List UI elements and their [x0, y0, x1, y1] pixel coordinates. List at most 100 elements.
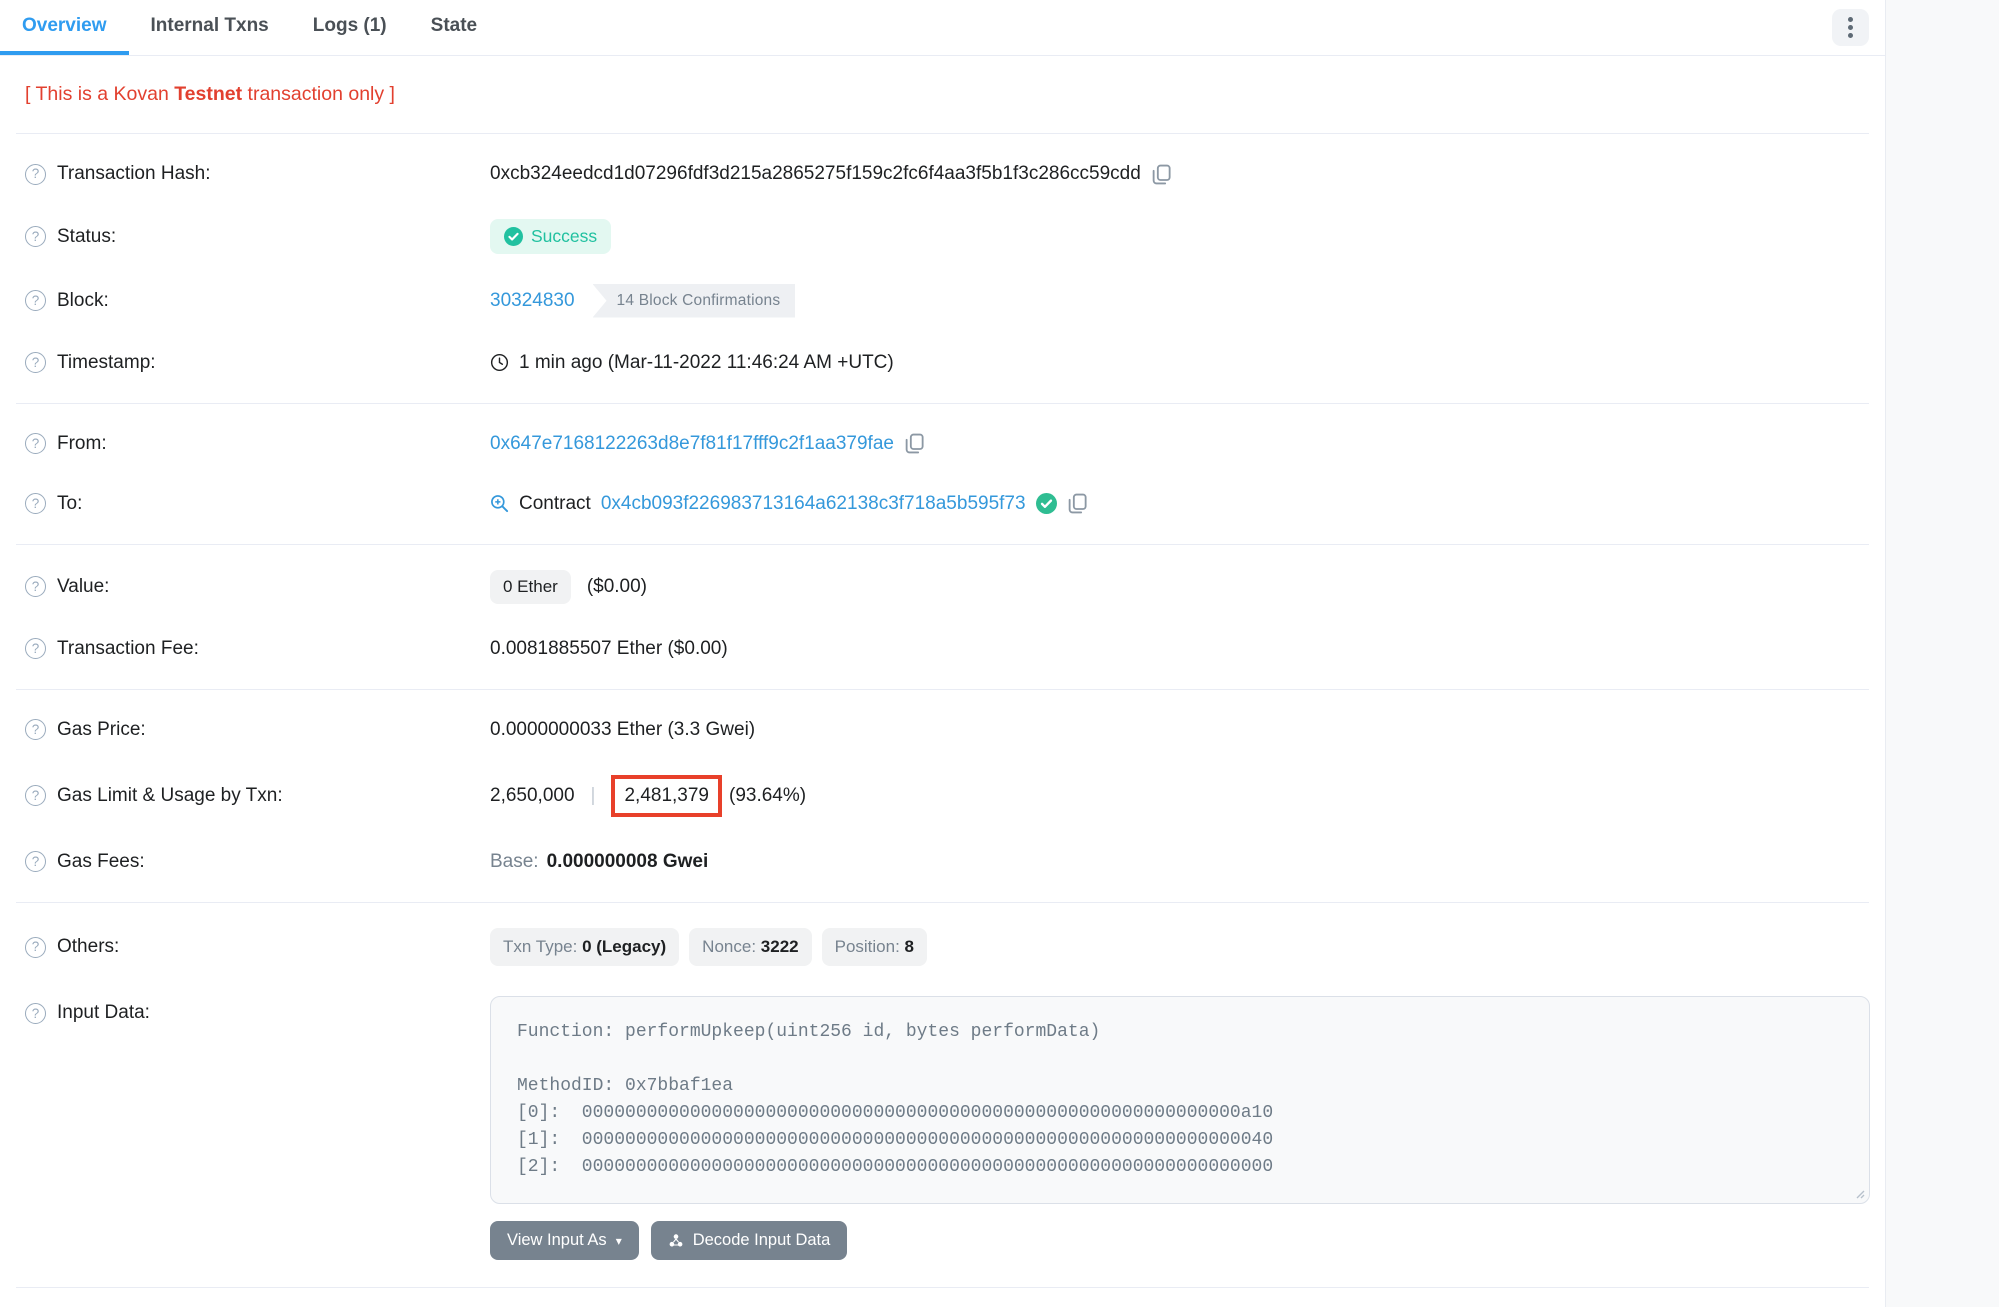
gas-used-percent: (93.64%)	[729, 781, 806, 811]
section-parties: ? From: 0x647e7168122263d8e7f81f17fff9c2…	[16, 404, 1869, 545]
notice-prefix: [ This is a Kovan	[25, 83, 174, 105]
help-icon[interactable]: ?	[25, 433, 46, 454]
gas-fees-label: Gas Fees:	[57, 847, 145, 877]
help-icon[interactable]: ?	[25, 785, 46, 806]
view-input-as-label: View Input As	[507, 1232, 607, 1249]
value-amount-badge: 0 Ether	[490, 570, 571, 604]
value-label: Value:	[57, 572, 109, 602]
row-transaction-fee: ? Transaction Fee: 0.0081885507 Ether ($…	[16, 619, 1869, 679]
block-number-link[interactable]: 30324830	[490, 286, 575, 316]
decode-icon	[668, 1233, 684, 1249]
block-confirmations-badge: 14 Block Confirmations	[593, 284, 796, 318]
help-icon[interactable]: ?	[25, 1003, 46, 1024]
position-label: Position:	[835, 937, 900, 956]
copy-icon[interactable]	[1151, 164, 1172, 185]
gas-price-label: Gas Price:	[57, 715, 146, 745]
clock-icon	[490, 353, 509, 372]
help-icon[interactable]: ?	[25, 226, 46, 247]
row-others: ? Others: Txn Type: 0 (Legacy) Nonce: 32…	[16, 913, 1869, 981]
tab-list: Overview Internal Txns Logs (1) State	[0, 0, 499, 55]
kebab-icon	[1848, 17, 1853, 38]
copy-icon[interactable]	[904, 433, 925, 454]
gas-price-value: 0.0000000033 Ether (3.3 Gwei)	[490, 715, 755, 745]
help-icon[interactable]: ?	[25, 164, 46, 185]
gas-separator: |	[585, 781, 602, 811]
row-from: ? From: 0x647e7168122263d8e7f81f17fff9c2…	[16, 414, 1869, 474]
row-gas-fees: ? Gas Fees: Base: 0.000000008 Gwei	[16, 832, 1869, 892]
tab-bar: Overview Internal Txns Logs (1) State	[0, 0, 1885, 56]
row-gas-price: ? Gas Price: 0.0000000033 Ether (3.3 Gwe…	[16, 700, 1869, 760]
timestamp-label: Timestamp:	[57, 348, 156, 378]
help-icon[interactable]: ?	[25, 937, 46, 958]
tab-overview[interactable]: Overview	[0, 0, 129, 55]
txn-type-label: Txn Type:	[503, 937, 577, 956]
timestamp-value: 1 min ago (Mar-11-2022 11:46:24 AM +UTC)	[519, 348, 894, 378]
to-address-link[interactable]: 0x4cb093f226983713164a62138c3f718a5b595f…	[601, 489, 1026, 519]
help-icon[interactable]: ?	[25, 719, 46, 740]
to-type: Contract	[519, 489, 591, 519]
from-label: From:	[57, 429, 107, 459]
tab-state[interactable]: State	[409, 0, 499, 55]
row-input-data: ? Input Data: Function: performUpkeep(ui…	[16, 981, 1869, 1275]
input-data-actions: View Input As ▾ Decode Input Data	[490, 1221, 1860, 1260]
input-data-box[interactable]: Function: performUpkeep(uint256 id, byte…	[490, 996, 1870, 1204]
help-icon[interactable]: ?	[25, 851, 46, 872]
gas-used-value: 2,481,379	[624, 785, 709, 806]
position-badge: Position: 8	[822, 928, 927, 966]
help-icon[interactable]: ?	[25, 576, 46, 597]
from-address-link[interactable]: 0x647e7168122263d8e7f81f17fff9c2f1aa379f…	[490, 429, 894, 459]
chevron-down-icon: ▾	[616, 1235, 622, 1247]
gas-limit-usage-label: Gas Limit & Usage by Txn:	[57, 781, 283, 811]
decode-input-data-button[interactable]: Decode Input Data	[651, 1221, 848, 1260]
txn-type-value: 0 (Legacy)	[582, 937, 666, 956]
transaction-detail-card: Overview Internal Txns Logs (1) State [ …	[0, 0, 1886, 1307]
row-block: ? Block: 30324830 14 Block Confirmations	[16, 269, 1869, 333]
help-icon[interactable]: ?	[25, 352, 46, 373]
help-icon[interactable]: ?	[25, 493, 46, 514]
copy-icon[interactable]	[1067, 493, 1088, 514]
txn-type-badge: Txn Type: 0 (Legacy)	[490, 928, 679, 966]
transaction-hash-label: Transaction Hash:	[57, 159, 210, 189]
help-icon[interactable]: ?	[25, 290, 46, 311]
status-badge: Success	[490, 219, 611, 254]
row-transaction-hash: ? Transaction Hash: 0xcb324eedcd1d07296f…	[16, 144, 1869, 204]
view-input-as-button[interactable]: View Input As ▾	[490, 1221, 639, 1260]
block-label: Block:	[57, 286, 109, 316]
transaction-fee-value: 0.0081885507 Ether ($0.00)	[490, 634, 728, 664]
resize-handle-icon[interactable]	[1851, 1185, 1865, 1199]
tab-internal-txns[interactable]: Internal Txns	[129, 0, 291, 55]
transaction-fee-label: Transaction Fee:	[57, 634, 199, 664]
nonce-badge: Nonce: 3222	[689, 928, 811, 966]
help-icon[interactable]: ?	[25, 638, 46, 659]
position-value: 8	[905, 937, 914, 956]
input-data-text: Function: performUpkeep(uint256 id, byte…	[491, 997, 1869, 1203]
others-label: Others:	[57, 932, 119, 962]
input-data-label: Input Data:	[57, 998, 150, 1028]
nonce-value: 3222	[761, 937, 799, 956]
notice-bold: Testnet	[174, 83, 242, 105]
value-usd: ($0.00)	[587, 572, 647, 602]
status-label: Status:	[57, 222, 116, 252]
verified-check-icon	[1036, 493, 1057, 514]
row-to: ? To: Contract 0x4cb093f226983713164a621…	[16, 474, 1869, 534]
row-status: ? Status: Success	[16, 204, 1869, 269]
status-value: Success	[531, 228, 597, 246]
testnet-notice: [ This is a Kovan Testnet transaction on…	[16, 56, 1869, 134]
gas-used-annotation-box: 2,481,379	[611, 775, 722, 817]
tab-logs[interactable]: Logs (1)	[291, 0, 409, 55]
section-value: ? Value: 0 Ether ($0.00) ? Transaction F…	[16, 545, 1869, 690]
section-summary: ? Transaction Hash: 0xcb324eedcd1d07296f…	[16, 134, 1869, 404]
notice-suffix: transaction only ]	[242, 83, 395, 105]
row-value: ? Value: 0 Ether ($0.00)	[16, 555, 1869, 619]
gas-limit-value: 2,650,000	[490, 781, 575, 811]
more-options-button[interactable]	[1832, 9, 1869, 46]
decode-input-data-label: Decode Input Data	[693, 1232, 831, 1249]
check-circle-icon	[504, 227, 523, 246]
row-gas-limit-usage: ? Gas Limit & Usage by Txn: 2,650,000 | …	[16, 760, 1869, 832]
section-gas: ? Gas Price: 0.0000000033 Ether (3.3 Gwe…	[16, 690, 1869, 903]
transaction-hash-value: 0xcb324eedcd1d07296fdf3d215a2865275f159c…	[490, 159, 1141, 189]
to-label: To:	[57, 489, 82, 519]
row-timestamp: ? Timestamp: 1 min ago (Mar-11-2022 11:4…	[16, 333, 1869, 393]
gas-fees-base-value: 0.000000008 Gwei	[547, 847, 709, 877]
zoom-in-icon[interactable]	[490, 494, 509, 513]
